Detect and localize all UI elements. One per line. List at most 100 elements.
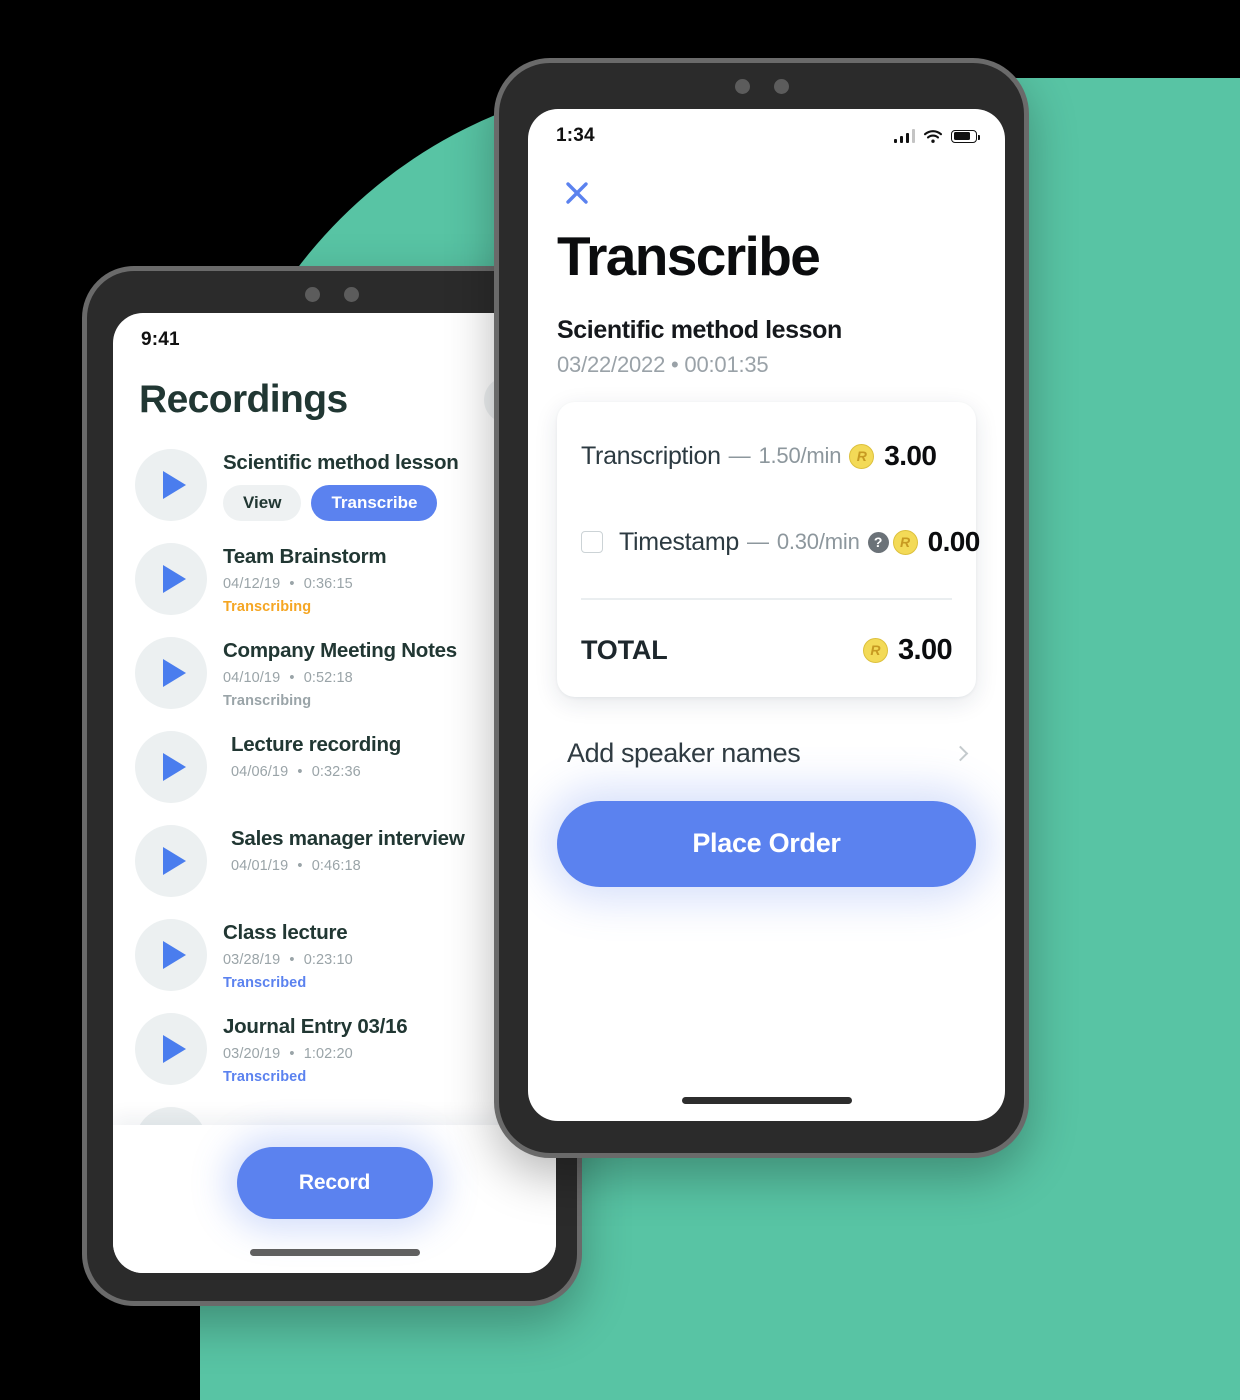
recording-name: Scientific method lesson	[557, 316, 842, 344]
recording-duration: 1:02:20	[303, 1046, 353, 1062]
play-triangle	[163, 1035, 186, 1063]
price-row-label: Transcription	[581, 441, 721, 470]
recording-date: 04/06/19	[231, 764, 289, 780]
play-icon[interactable]	[135, 1013, 207, 1085]
play-triangle	[163, 471, 186, 499]
meta-separator: •	[289, 952, 295, 968]
transcribe-button[interactable]: Transcribe	[311, 485, 438, 521]
recording-meta: 03/28/19 • 0:23:10	[223, 952, 353, 968]
play-icon[interactable]	[135, 637, 207, 709]
recordings-list: Scientific method lesson View Transcribe…	[113, 433, 556, 1189]
status-badge: Transcribing	[223, 599, 312, 615]
speaker-dot	[773, 79, 789, 94]
recording-duration: 0:52:18	[303, 670, 353, 686]
chevron-right-icon	[952, 745, 969, 761]
recording-date: 03/28/19	[223, 952, 281, 968]
status-badge: Transcribed	[223, 975, 307, 991]
play-triangle	[163, 941, 186, 969]
status-bar-icons	[893, 129, 980, 144]
coin-icon: R	[849, 443, 875, 469]
meta-separator: •	[289, 670, 295, 686]
list-item[interactable]: Journal Entry 03/16 03/20/19 • 1:02:20 T…	[113, 1001, 556, 1095]
help-icon[interactable]: ?	[867, 531, 889, 553]
play-icon[interactable]	[135, 731, 207, 803]
divider	[581, 598, 952, 600]
price-row-dash: —	[728, 443, 751, 468]
recording-name: Class lecture	[223, 921, 348, 944]
play-icon[interactable]	[135, 449, 207, 521]
recordings-status-bar: 9:41	[113, 313, 556, 355]
view-button[interactable]: View	[223, 485, 302, 521]
status-bar-time: 1:34	[556, 125, 595, 146]
camera-dot	[734, 79, 750, 94]
recordings-bottom-bar: Record	[113, 1125, 556, 1273]
coin-icon: R	[892, 529, 918, 555]
transcribe-screen: 1:34 Transcribe Scientific method lesson…	[528, 109, 1005, 1121]
price-row-rate: 1.50/min	[758, 443, 842, 468]
recording-duration: 0:36:15	[303, 576, 353, 592]
play-icon[interactable]	[135, 825, 207, 897]
recording-meta: 04/12/19 • 0:36:15	[223, 576, 386, 592]
recording-meta: 04/01/19 • 0:46:18	[231, 858, 465, 874]
play-triangle	[163, 753, 186, 781]
price-row-transcription: Transcription — 1.50/min R 3.00	[581, 436, 952, 476]
meta-separator: •	[297, 858, 303, 874]
timestamp-checkbox[interactable]	[581, 531, 603, 553]
play-triangle	[163, 659, 186, 687]
cellular-signal-icon	[893, 129, 915, 143]
close-icon[interactable]	[557, 173, 597, 213]
list-item[interactable]: Sales manager interview 04/01/19 • 0:46:…	[113, 813, 556, 907]
list-item[interactable]: Team Brainstorm 04/12/19 • 0:36:15 Trans…	[113, 531, 556, 625]
speaker-dot	[344, 287, 359, 302]
home-indicator	[681, 1097, 852, 1104]
total-amount: 3.00	[897, 633, 953, 666]
wifi-icon	[923, 129, 943, 143]
list-item[interactable]: Lecture recording 04/06/19 • 0:32:36	[113, 719, 556, 813]
recording-meta: 03/22/2022 • 00:01:35	[557, 352, 769, 377]
coin-icon: R	[862, 637, 888, 663]
screenshot-stage: 9:41 Recordings Scientific method lesson…	[0, 0, 1240, 1400]
price-row-amount: 3.00	[884, 440, 937, 471]
total-row: TOTAL R 3.00	[581, 633, 953, 667]
place-order-button[interactable]: Place Order	[557, 800, 976, 887]
recording-name: Company Meeting Notes	[223, 639, 457, 662]
list-item[interactable]: Class lecture 03/28/19 • 0:23:10 Transcr…	[113, 907, 556, 1001]
close-glyph	[566, 182, 588, 204]
price-row-label: Timestamp	[619, 527, 740, 556]
recording-name: Scientific method lesson	[223, 451, 459, 474]
camera-dot	[305, 287, 320, 302]
transcribe-phone-device: 1:34 Transcribe Scientific method lesson…	[494, 58, 1029, 1158]
price-row-rate: 0.30/min	[776, 529, 860, 554]
home-indicator	[249, 1249, 420, 1256]
meta-separator: •	[289, 576, 295, 592]
recording-date: 03/20/19	[223, 1046, 281, 1062]
add-speaker-names-row[interactable]: Add speaker names	[557, 732, 976, 775]
transcribe-status-bar: 1:34	[528, 109, 1005, 151]
recording-duration: 0:46:18	[311, 858, 361, 874]
play-triangle	[163, 565, 186, 593]
meta-separator: •	[289, 1046, 295, 1062]
play-triangle	[163, 847, 186, 875]
status-badge: Transcribing	[223, 693, 312, 709]
recordings-header: Recordings	[113, 355, 556, 433]
recording-date: 04/10/19	[223, 670, 281, 686]
list-item[interactable]: Scientific method lesson View Transcribe	[113, 437, 556, 531]
status-bar-time: 9:41	[141, 329, 180, 350]
add-speaker-names-label: Add speaker names	[567, 737, 801, 768]
recording-name: Sales manager interview	[231, 827, 465, 850]
page-title: Transcribe	[557, 225, 821, 287]
price-row-dash: —	[747, 529, 769, 554]
list-item[interactable]: Company Meeting Notes 04/10/19 • 0:52:18…	[113, 625, 556, 719]
play-icon[interactable]	[135, 543, 207, 615]
recording-date: 04/12/19	[223, 576, 281, 592]
recording-meta: 04/10/19 • 0:52:18	[223, 670, 457, 686]
play-icon[interactable]	[135, 919, 207, 991]
recording-duration: 0:32:36	[311, 764, 361, 780]
meta-separator: •	[297, 764, 303, 780]
record-button[interactable]: Record	[236, 1147, 433, 1219]
total-label: TOTAL	[581, 634, 668, 665]
price-row-amount: 0.00	[927, 526, 981, 557]
price-card: Transcription — 1.50/min R 3.00 Timestam…	[557, 402, 980, 697]
price-row-timestamp[interactable]: Timestamp — 0.30/min ? R 0.00	[581, 522, 980, 562]
recording-date: 04/01/19	[231, 858, 289, 874]
